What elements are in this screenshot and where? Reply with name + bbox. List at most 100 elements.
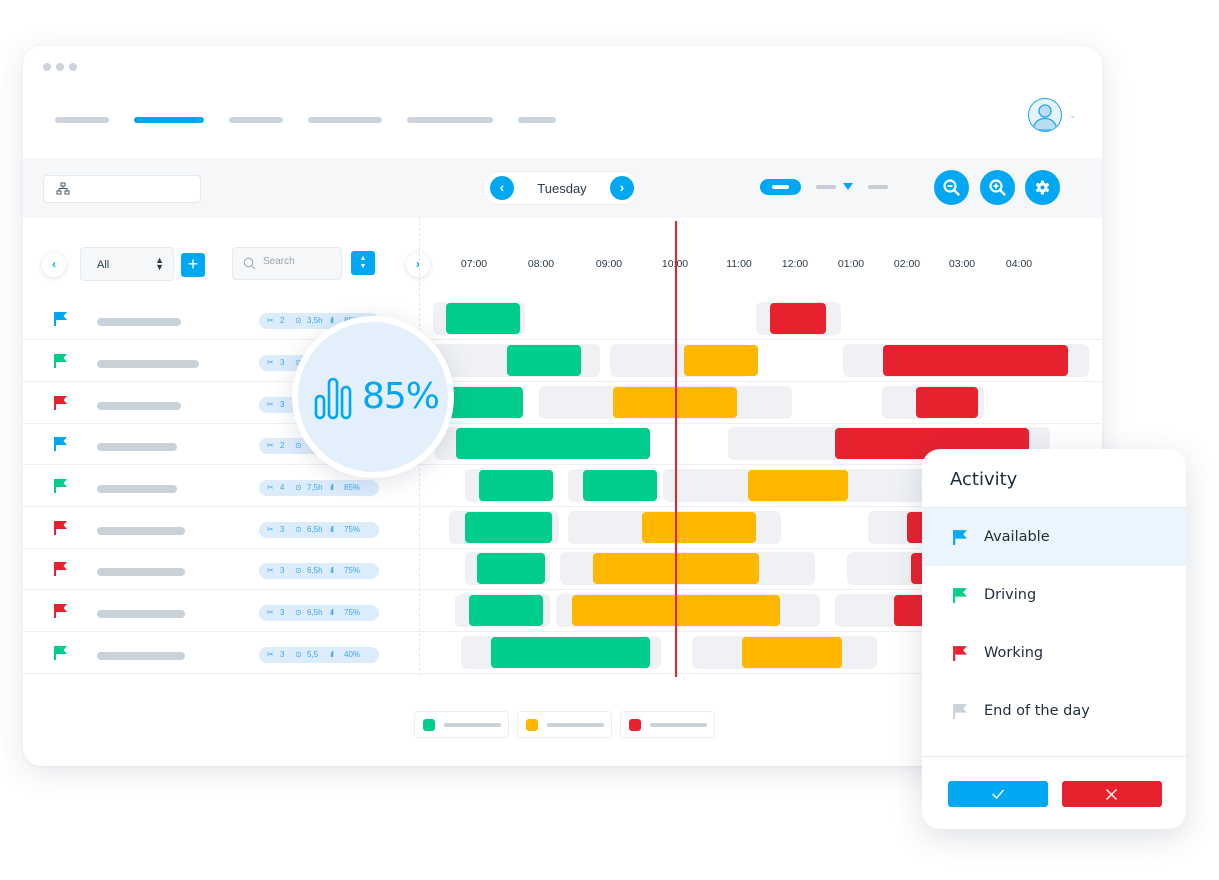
status-flag[interactable] [53, 645, 69, 661]
driver-stats-badge[interactable]: ✂ 3 ⊙ 6,5h ıll 75% [259, 563, 379, 579]
activity-option-label: Available [984, 529, 1050, 545]
score-value: 75% [344, 608, 361, 617]
driver-name[interactable] [97, 318, 181, 326]
confirm-button[interactable] [948, 781, 1048, 807]
clock-icon: ⊙ [295, 650, 302, 659]
view-dropdown-caret[interactable] [843, 183, 853, 190]
clock-icon: ⊙ [295, 566, 302, 575]
activity-block-yellow[interactable] [748, 470, 848, 501]
driver-name[interactable] [97, 610, 185, 618]
activity-block-yellow[interactable] [684, 345, 758, 376]
nav-item-3[interactable] [229, 117, 283, 123]
legend-label [547, 723, 604, 727]
scroll-right-button[interactable]: › [406, 253, 430, 277]
driver-name[interactable] [97, 485, 177, 493]
time-tick: 12:00 [781, 258, 809, 270]
driver-name[interactable] [97, 652, 185, 660]
organization-selector[interactable] [43, 175, 201, 203]
search-input[interactable] [263, 256, 337, 267]
legend-item-driving[interactable] [414, 711, 509, 738]
nav-item-5[interactable] [407, 117, 493, 123]
activity-block-red[interactable] [770, 303, 826, 334]
zoom-out-button[interactable] [934, 170, 969, 205]
view-option[interactable] [816, 185, 836, 189]
activity-block-yellow[interactable] [742, 637, 842, 668]
tools-icon: ✂ [267, 566, 274, 575]
activity-block-green[interactable] [479, 470, 553, 501]
window-dot[interactable] [69, 63, 77, 71]
legend-swatch [526, 719, 538, 731]
activity-block-green[interactable] [446, 303, 520, 334]
available-flag-icon [953, 530, 967, 545]
row-divider [23, 381, 1102, 382]
legend-item-waiting[interactable] [517, 711, 612, 738]
divider [922, 756, 1186, 757]
activity-block-yellow[interactable] [642, 512, 756, 543]
nav-item-2-active[interactable] [134, 117, 204, 123]
window-dot[interactable] [56, 63, 64, 71]
activity-block-green[interactable] [447, 387, 523, 418]
time-tick: 11:00 [726, 258, 752, 270]
add-button[interactable]: + [181, 253, 205, 277]
view-option[interactable] [868, 185, 888, 189]
activity-block-green[interactable] [456, 428, 650, 459]
activity-block-green[interactable] [491, 637, 650, 668]
time-tick: 02:00 [893, 258, 921, 270]
scroll-left-button[interactable]: ‹ [42, 253, 66, 277]
activity-block-green[interactable] [507, 345, 581, 376]
cancel-button[interactable] [1062, 781, 1162, 807]
working-flag-icon [54, 604, 67, 618]
nav-item-6[interactable] [518, 117, 556, 123]
next-day-button[interactable]: › [610, 176, 634, 200]
search-field[interactable] [232, 247, 342, 280]
sort-button[interactable]: ▲ ▼ [351, 251, 375, 275]
activity-block-red[interactable] [883, 345, 1068, 376]
user-avatar[interactable] [1028, 98, 1062, 132]
avatar-menu-caret[interactable]: ⌄ [1069, 110, 1077, 121]
filter-select-value: All [97, 259, 110, 271]
clock-icon: ⊙ [295, 441, 302, 450]
driver-name[interactable] [97, 568, 185, 576]
clock-icon: ⊙ [295, 525, 302, 534]
driver-name[interactable] [97, 527, 185, 535]
tools-icon: ✂ [267, 316, 274, 325]
activity-option-end-of-day[interactable]: End of the day [922, 682, 1186, 740]
legend-item-working[interactable] [620, 711, 715, 738]
activity-block-green[interactable] [477, 553, 545, 584]
driver-name[interactable] [97, 360, 199, 368]
nav-item-1[interactable] [55, 117, 109, 123]
activity-block-green[interactable] [469, 595, 543, 626]
window-dot[interactable] [43, 63, 51, 71]
driver-name[interactable] [97, 402, 181, 410]
filter-select[interactable]: All ▲ ▼ [80, 247, 174, 281]
bar-chart-icon: ıll [330, 483, 334, 492]
status-flag[interactable] [53, 436, 69, 452]
zoom-in-button[interactable] [980, 170, 1015, 205]
driving-flag-icon [54, 646, 67, 660]
driver-stats-badge[interactable]: ✂ 3 ⊙ 6,5h ıll 75% [259, 605, 379, 621]
activity-option-driving[interactable]: Driving [922, 566, 1186, 624]
status-flag[interactable] [53, 311, 69, 327]
bar-chart-icon: ıll [330, 525, 334, 534]
driver-name[interactable] [97, 443, 177, 451]
driver-stats-badge[interactable]: ✂ 3 ⊙ 6,5h ıll 75% [259, 522, 379, 538]
status-flag[interactable] [53, 603, 69, 619]
activity-option-available[interactable]: Available [922, 508, 1186, 566]
status-flag[interactable] [53, 561, 69, 577]
status-flag[interactable] [53, 478, 69, 494]
activity-block-red[interactable] [916, 387, 978, 418]
day-navigator: ‹ Tuesday › [483, 171, 639, 205]
activity-block-green[interactable] [465, 512, 552, 543]
status-flag[interactable] [53, 520, 69, 536]
driver-stats-badge[interactable]: ✂ 4 ⊙ 7,5h ıll 85% [259, 480, 379, 496]
nav-item-4[interactable] [308, 117, 382, 123]
settings-button[interactable] [1025, 170, 1060, 205]
status-flag[interactable] [53, 353, 69, 369]
status-flag[interactable] [53, 395, 69, 411]
task-count: 2 [280, 441, 285, 450]
activity-block-green[interactable] [583, 470, 657, 501]
driver-stats-badge[interactable]: ✂ 3 ⊙ 5,5 ıll 40% [259, 647, 379, 663]
view-toggle-active[interactable] [760, 179, 801, 195]
clock-icon: ⊙ [295, 483, 302, 492]
activity-option-working[interactable]: Working [922, 624, 1186, 682]
